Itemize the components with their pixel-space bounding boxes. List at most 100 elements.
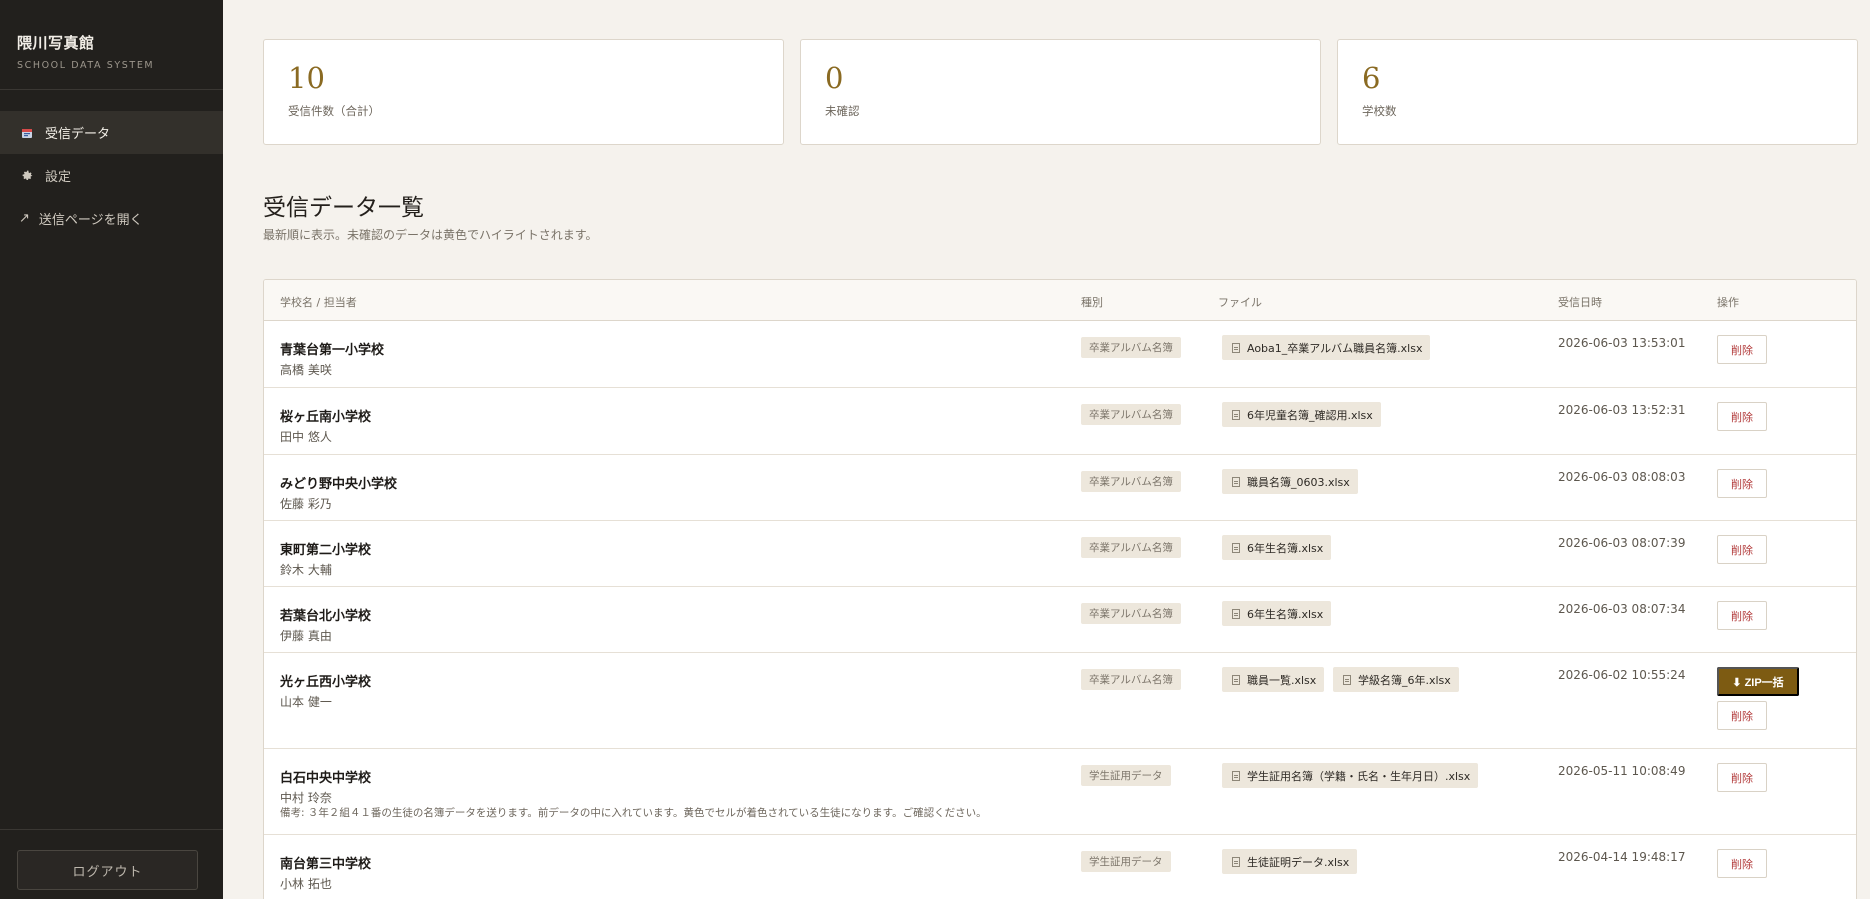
file-chip[interactable]: 学生証用名簿（学籍・氏名・生年月日）.xlsx bbox=[1222, 763, 1479, 788]
file-name: 職員一覧.xlsx bbox=[1247, 673, 1317, 687]
file-name: 学級名簿_6年.xlsx bbox=[1358, 673, 1451, 687]
file-name: Aoba1_卒業アルバム職員名簿.xlsx bbox=[1247, 341, 1423, 355]
delete-button[interactable]: 削除 bbox=[1717, 535, 1767, 564]
file-chip[interactable]: 生徒証明データ.xlsx bbox=[1222, 849, 1358, 874]
file-chip[interactable]: 6年生名簿.xlsx bbox=[1222, 601, 1332, 626]
file-icon bbox=[1232, 476, 1240, 487]
table-row: 桜ヶ丘南小学校 田中 悠人 卒業アルバム名簿 6年児童名簿_確認用.xlsx 2… bbox=[264, 388, 1856, 455]
file-name: 6年児童名簿_確認用.xlsx bbox=[1247, 408, 1373, 422]
contact-person: 田中 悠人 bbox=[280, 430, 332, 444]
contact-person: 佐藤 彩乃 bbox=[280, 497, 332, 511]
type-badge: 卒業アルバム名簿 bbox=[1081, 471, 1181, 492]
delete-button[interactable]: 削除 bbox=[1717, 849, 1767, 878]
file-chip[interactable]: 学級名簿_6年.xlsx bbox=[1333, 667, 1459, 692]
delete-button[interactable]: 削除 bbox=[1717, 601, 1767, 630]
file-name: 職員名簿_0603.xlsx bbox=[1247, 475, 1350, 489]
stat-label: 受信件数（合計） bbox=[288, 104, 380, 118]
school-name: 青葉台第一小学校 bbox=[280, 343, 385, 358]
received-data-table: 学校名 / 担当者 種別 ファイル 受信日時 操作 青葉台第一小学校 高橋 美咲… bbox=[263, 279, 1857, 899]
page-description: 最新順に表示。未確認のデータは黄色でハイライトされます。 bbox=[263, 228, 598, 242]
sidebar-item-received-data[interactable]: 受信データ bbox=[0, 111, 223, 154]
contact-person: 高橋 美咲 bbox=[280, 363, 332, 377]
file-name: 6年生名簿.xlsx bbox=[1247, 541, 1324, 555]
file-icon bbox=[1232, 608, 1240, 619]
sidebar: 隈川写真館 SCHOOL DATA SYSTEM 受信データ 設定 ↗ 送信ペー… bbox=[0, 0, 223, 899]
school-name: 白石中央中学校 bbox=[280, 771, 372, 786]
received-date: 2026-06-03 08:07:34 bbox=[1558, 602, 1686, 616]
delete-button[interactable]: 削除 bbox=[1717, 763, 1767, 792]
external-link-icon: ↗ bbox=[19, 211, 30, 226]
brand-subtitle: SCHOOL DATA SYSTEM bbox=[17, 60, 155, 71]
file-icon bbox=[1232, 770, 1240, 781]
file-icon bbox=[1232, 674, 1240, 685]
contact-person: 中村 玲奈 bbox=[280, 791, 332, 805]
file-name: 学生証用名簿（学籍・氏名・生年月日）.xlsx bbox=[1247, 769, 1471, 783]
logout-button[interactable]: ログアウト bbox=[17, 850, 198, 890]
zip-download-button[interactable]: ⬇ ZIP一括 bbox=[1717, 667, 1799, 696]
type-badge: 卒業アルバム名簿 bbox=[1081, 404, 1181, 425]
received-date: 2026-05-11 10:08:49 bbox=[1558, 764, 1686, 778]
file-chip[interactable]: 職員名簿_0603.xlsx bbox=[1222, 469, 1358, 494]
stat-label: 未確認 bbox=[825, 104, 860, 118]
table-header: 学校名 / 担当者 種別 ファイル 受信日時 操作 bbox=[264, 280, 1856, 321]
delete-button[interactable]: 削除 bbox=[1717, 335, 1767, 364]
stat-value: 10 bbox=[288, 61, 325, 95]
sidebar-item-open-send-page[interactable]: ↗ 送信ページを開く bbox=[0, 197, 223, 240]
type-badge: 学生証用データ bbox=[1081, 765, 1171, 786]
file-icon bbox=[1232, 542, 1240, 553]
brand-title: 隈川写真館 bbox=[17, 34, 95, 52]
sidebar-item-label: 設定 bbox=[45, 170, 72, 185]
type-badge: 卒業アルバム名簿 bbox=[1081, 537, 1181, 558]
type-badge: 卒業アルバム名簿 bbox=[1081, 669, 1181, 690]
received-date: 2026-06-03 13:53:01 bbox=[1558, 336, 1686, 350]
sidebar-item-label: 受信データ bbox=[45, 127, 111, 142]
file-icon bbox=[1232, 856, 1240, 867]
received-date: 2026-04-14 19:48:17 bbox=[1558, 850, 1686, 864]
table-row: 東町第二小学校 鈴木 大輔 卒業アルバム名簿 6年生名簿.xlsx 2026-0… bbox=[264, 521, 1856, 587]
school-name: みどり野中央小学校 bbox=[280, 477, 398, 492]
column-header-school: 学校名 / 担当者 bbox=[280, 296, 357, 309]
school-name: 桜ヶ丘南小学校 bbox=[280, 410, 372, 425]
school-name: 東町第二小学校 bbox=[280, 543, 372, 558]
stat-card-unconfirmed: 0 未確認 bbox=[800, 39, 1321, 145]
contact-person: 小林 拓也 bbox=[280, 877, 332, 891]
file-name: 6年生名簿.xlsx bbox=[1247, 607, 1324, 621]
inbox-icon bbox=[19, 127, 35, 139]
type-badge: 卒業アルバム名簿 bbox=[1081, 603, 1181, 624]
stat-value: 6 bbox=[1362, 61, 1381, 95]
school-name: 若葉台北小学校 bbox=[280, 609, 372, 624]
received-date: 2026-06-03 13:52:31 bbox=[1558, 403, 1686, 417]
school-name: 南台第三中学校 bbox=[280, 857, 372, 872]
file-chip[interactable]: 6年児童名簿_確認用.xlsx bbox=[1222, 402, 1381, 427]
sidebar-footer: ログアウト bbox=[0, 829, 223, 899]
table-row: 光ヶ丘西小学校 山本 健一 卒業アルバム名簿 職員一覧.xlsx 学級名簿_6年… bbox=[264, 653, 1856, 749]
file-icon bbox=[1232, 409, 1240, 420]
file-icon bbox=[1343, 674, 1351, 685]
type-badge: 卒業アルバム名簿 bbox=[1081, 337, 1181, 358]
stat-card-schools: 6 学校数 bbox=[1337, 39, 1858, 145]
page-title: 受信データ一覧 bbox=[263, 195, 424, 221]
file-chip[interactable]: Aoba1_卒業アルバム職員名簿.xlsx bbox=[1222, 335, 1431, 360]
stat-card-total: 10 受信件数（合計） bbox=[263, 39, 784, 145]
brand: 隈川写真館 SCHOOL DATA SYSTEM bbox=[0, 0, 223, 90]
table-row: 青葉台第一小学校 高橋 美咲 卒業アルバム名簿 Aoba1_卒業アルバム職員名簿… bbox=[264, 321, 1856, 388]
contact-person: 鈴木 大輔 bbox=[280, 563, 332, 577]
column-header-file: ファイル bbox=[1218, 296, 1262, 309]
file-chip[interactable]: 6年生名簿.xlsx bbox=[1222, 535, 1332, 560]
received-date: 2026-06-03 08:07:39 bbox=[1558, 536, 1686, 550]
table-row: 南台第三中学校 小林 拓也 学生証用データ 生徒証明データ.xlsx 2026-… bbox=[264, 835, 1856, 899]
main-content: 10 受信件数（合計） 0 未確認 6 学校数 受信データ一覧 最新順に表示。未… bbox=[223, 0, 1870, 899]
file-chip[interactable]: 職員一覧.xlsx bbox=[1222, 667, 1325, 692]
delete-button[interactable]: 削除 bbox=[1717, 402, 1767, 431]
column-header-actions: 操作 bbox=[1717, 296, 1739, 309]
type-badge: 学生証用データ bbox=[1081, 851, 1171, 872]
remarks-note: 備考: ３年２組４１番の生徒の名簿データを送ります。前データの中に入れています。… bbox=[280, 807, 987, 819]
sidebar-item-settings[interactable]: 設定 bbox=[0, 154, 223, 197]
delete-button[interactable]: 削除 bbox=[1717, 469, 1767, 498]
table-row: 若葉台北小学校 伊藤 真由 卒業アルバム名簿 6年生名簿.xlsx 2026-0… bbox=[264, 587, 1856, 653]
stat-value: 0 bbox=[825, 61, 844, 95]
stat-label: 学校数 bbox=[1362, 104, 1397, 118]
delete-button[interactable]: 削除 bbox=[1717, 701, 1767, 730]
file-icon bbox=[1232, 342, 1240, 353]
received-date: 2026-06-03 08:08:03 bbox=[1558, 470, 1686, 484]
